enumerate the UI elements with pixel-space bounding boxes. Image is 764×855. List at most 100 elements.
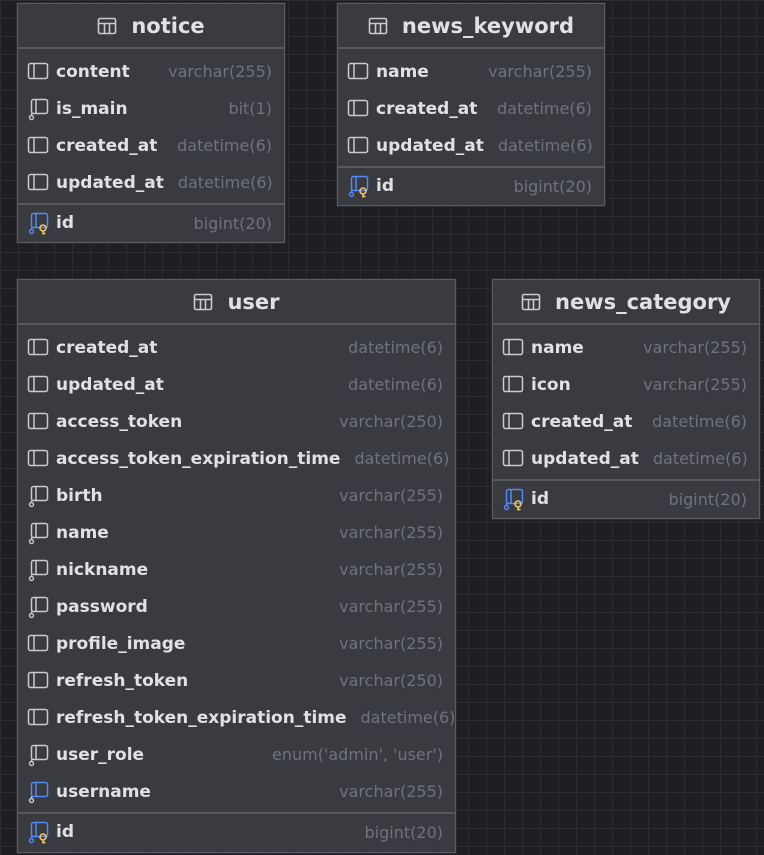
column-name: name [56, 522, 109, 543]
column-icon [26, 60, 50, 84]
column-name: updated_at [56, 172, 164, 193]
primary-key-icon [346, 174, 370, 198]
column-name: username [56, 781, 151, 802]
column-row[interactable]: name varchar(255) [493, 329, 759, 366]
column-name: id [56, 213, 74, 233]
column-icon [26, 410, 50, 434]
column-type: varchar(255) [339, 782, 443, 801]
column-name: created_at [56, 135, 158, 156]
column-type: bit(1) [228, 99, 272, 118]
column-type: varchar(255) [339, 560, 443, 579]
column-type: varchar(255) [643, 338, 747, 357]
column-type: varchar(255) [339, 634, 443, 653]
column-icon [26, 171, 50, 195]
column-icon [346, 97, 370, 121]
column-row[interactable]: user_role enum('admin', 'user') [18, 736, 455, 773]
table-name: user [227, 289, 280, 314]
column-name: created_at [376, 98, 478, 119]
column-row[interactable]: updated_at datetime(6) [493, 440, 759, 477]
column-row[interactable]: created_at datetime(6) [338, 90, 604, 127]
column-name: updated_at [56, 374, 164, 395]
table-news-keyword[interactable]: news_keyword name varchar(255) created_a… [337, 3, 605, 206]
column-name: updated_at [376, 135, 484, 156]
column-icon [501, 336, 525, 360]
column-icon [501, 373, 525, 397]
column-name: content [56, 61, 130, 82]
column-row[interactable]: refresh_token_expiration_time datetime(6… [18, 699, 455, 736]
table-header[interactable]: news_category [493, 280, 759, 325]
column-icon [346, 60, 370, 84]
column-row[interactable]: icon varchar(255) [493, 366, 759, 403]
column-name: created_at [531, 411, 633, 432]
column-row[interactable]: created_at datetime(6) [493, 403, 759, 440]
column-icon [26, 336, 50, 360]
table-header[interactable]: notice [18, 4, 284, 49]
column-name: profile_image [56, 633, 186, 654]
column-notnull-icon [26, 743, 50, 767]
column-type: bigint(20) [513, 176, 592, 196]
column-icon [26, 669, 50, 693]
column-icon [26, 632, 50, 656]
table-user[interactable]: user created_at datetime(6) updated_at d… [17, 279, 456, 853]
column-row[interactable]: created_at datetime(6) [18, 329, 455, 366]
column-icon [26, 134, 50, 158]
column-icon [501, 410, 525, 434]
column-row[interactable]: birth varchar(255) [18, 477, 455, 514]
column-row[interactable]: updated_at datetime(6) [18, 164, 284, 201]
table-name: news_keyword [401, 13, 575, 38]
column-row[interactable]: updated_at datetime(6) [338, 127, 604, 164]
column-row[interactable]: nickname varchar(255) [18, 551, 455, 588]
table-news-category[interactable]: news_category name varchar(255) icon var… [492, 279, 760, 519]
column-type: datetime(6) [348, 338, 443, 357]
column-row[interactable]: profile_image varchar(255) [18, 625, 455, 662]
column-type: datetime(6) [652, 449, 748, 468]
table-name: notice [131, 13, 205, 38]
column-row[interactable]: access_token_expiration_time datetime(6) [18, 440, 455, 477]
table-header[interactable]: user [18, 280, 455, 325]
column-type: varchar(255) [168, 62, 272, 81]
primary-key-icon [26, 820, 50, 844]
column-name: access_token [56, 411, 183, 432]
column-name: access_token_expiration_time [56, 448, 341, 469]
column-type: bigint(20) [193, 213, 272, 233]
column-type: bigint(20) [364, 822, 443, 842]
column-notnull-icon [26, 97, 50, 121]
column-name: refresh_token_expiration_time [56, 707, 347, 728]
column-icon [26, 706, 50, 730]
column-row[interactable]: username varchar(255) [18, 773, 455, 810]
column-row[interactable]: content varchar(255) [18, 53, 284, 90]
primary-key-row[interactable]: id bigint(20) [18, 814, 455, 850]
column-row[interactable]: name varchar(255) [338, 53, 604, 90]
column-type: datetime(6) [348, 375, 443, 394]
column-name: updated_at [531, 448, 639, 469]
column-type: datetime(6) [177, 173, 273, 192]
primary-key-row[interactable]: id bigint(20) [18, 205, 284, 241]
column-row[interactable]: updated_at datetime(6) [18, 366, 455, 403]
column-name: icon [531, 374, 571, 395]
column-icon [26, 373, 50, 397]
column-row[interactable]: access_token varchar(250) [18, 403, 455, 440]
table-notice[interactable]: notice content varchar(255) is_main bit(… [17, 3, 285, 243]
column-row[interactable]: name varchar(255) [18, 514, 455, 551]
column-row[interactable]: created_at datetime(6) [18, 127, 284, 164]
table-header[interactable]: news_keyword [338, 4, 604, 49]
table-name: news_category [555, 289, 731, 314]
column-name: name [376, 61, 429, 82]
column-icon [346, 134, 370, 158]
primary-key-row[interactable]: id bigint(20) [338, 168, 604, 204]
column-type: datetime(6) [652, 412, 747, 431]
column-row[interactable]: password varchar(255) [18, 588, 455, 625]
column-index-icon [26, 780, 50, 804]
table-icon [97, 16, 117, 36]
column-icon [26, 447, 50, 471]
column-notnull-icon [26, 558, 50, 582]
primary-key-icon [26, 211, 50, 235]
column-name: password [56, 596, 148, 617]
table-icon [193, 292, 213, 312]
column-type: varchar(255) [643, 375, 747, 394]
column-row[interactable]: is_main bit(1) [18, 90, 284, 127]
column-name: nickname [56, 559, 149, 580]
primary-key-row[interactable]: id bigint(20) [493, 481, 759, 517]
column-row[interactable]: refresh_token varchar(250) [18, 662, 455, 699]
column-name: id [531, 489, 549, 509]
